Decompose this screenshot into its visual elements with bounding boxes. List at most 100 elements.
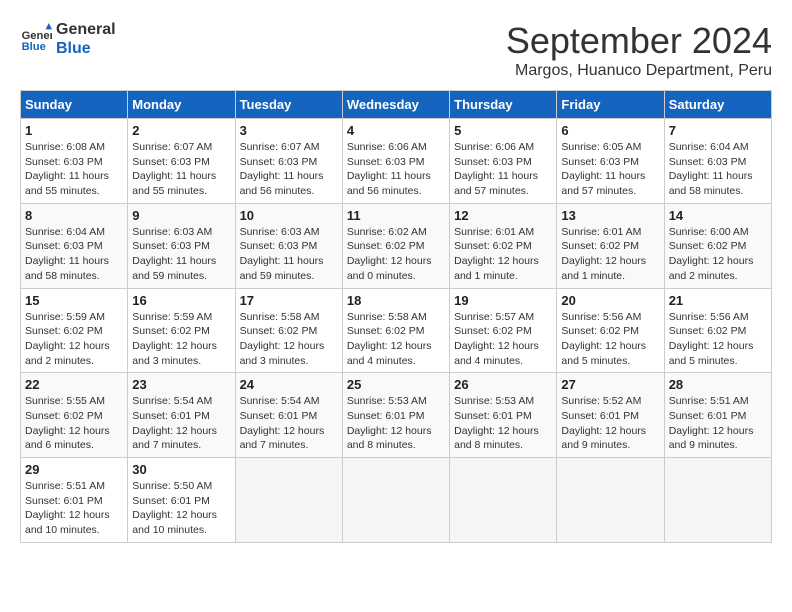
day-number: 1 xyxy=(25,123,123,138)
calendar-cell: 21 Sunrise: 5:56 AMSunset: 6:02 PMDayligh… xyxy=(664,288,771,373)
calendar-header-row: SundayMondayTuesdayWednesdayThursdayFrid… xyxy=(21,91,772,119)
day-number: 20 xyxy=(561,293,659,308)
day-info: Sunrise: 5:53 AMSunset: 6:01 PMDaylight:… xyxy=(347,394,445,453)
day-info: Sunrise: 6:06 AMSunset: 6:03 PMDaylight:… xyxy=(454,140,552,199)
day-number: 15 xyxy=(25,293,123,308)
calendar-table: SundayMondayTuesdayWednesdayThursdayFrid… xyxy=(20,90,772,543)
calendar-cell: 1 Sunrise: 6:08 AMSunset: 6:03 PMDaylight… xyxy=(21,119,128,204)
calendar-week-row: 22 Sunrise: 5:55 AMSunset: 6:02 PMDayligh… xyxy=(21,373,772,458)
day-number: 25 xyxy=(347,377,445,392)
day-info: Sunrise: 6:04 AMSunset: 6:03 PMDaylight:… xyxy=(669,140,767,199)
calendar-cell: 27Sunrise: 5:52 AMSunset: 6:01 PMDayligh… xyxy=(557,373,664,458)
svg-text:Blue: Blue xyxy=(22,41,46,53)
calendar-cell: 3 Sunrise: 6:07 AMSunset: 6:03 PMDaylight… xyxy=(235,119,342,204)
day-info: Sunrise: 6:04 AMSunset: 6:03 PMDaylight:… xyxy=(25,225,123,284)
day-info: Sunrise: 5:55 AMSunset: 6:02 PMDaylight:… xyxy=(25,394,123,453)
day-info: Sunrise: 5:58 AMSunset: 6:02 PMDaylight:… xyxy=(347,310,445,369)
calendar-week-row: 15 Sunrise: 5:59 AMSunset: 6:02 PMDayligh… xyxy=(21,288,772,373)
day-number: 21 xyxy=(669,293,767,308)
day-number: 3 xyxy=(240,123,338,138)
calendar-cell: 15 Sunrise: 5:59 AMSunset: 6:02 PMDayligh… xyxy=(21,288,128,373)
day-number: 14 xyxy=(669,208,767,223)
calendar-cell xyxy=(235,458,342,543)
calendar-day-header: Saturday xyxy=(664,91,771,119)
title-section: September 2024 Margos, Huanuco Departmen… xyxy=(506,20,772,80)
day-info: Sunrise: 6:03 AMSunset: 6:03 PMDaylight:… xyxy=(240,225,338,284)
calendar-cell: 14 Sunrise: 6:00 AMSunset: 6:02 PMDayligh… xyxy=(664,203,771,288)
calendar-cell: 11 Sunrise: 6:02 AMSunset: 6:02 PMDayligh… xyxy=(342,203,449,288)
calendar-cell: 8 Sunrise: 6:04 AMSunset: 6:03 PMDaylight… xyxy=(21,203,128,288)
day-number: 17 xyxy=(240,293,338,308)
calendar-cell: 13 Sunrise: 6:01 AMSunset: 6:02 PMDayligh… xyxy=(557,203,664,288)
calendar-cell: 9 Sunrise: 6:03 AMSunset: 6:03 PMDaylight… xyxy=(128,203,235,288)
calendar-week-row: 29Sunrise: 5:51 AMSunset: 6:01 PMDayligh… xyxy=(21,458,772,543)
day-info: Sunrise: 5:57 AMSunset: 6:02 PMDaylight:… xyxy=(454,310,552,369)
day-info: Sunrise: 5:56 AMSunset: 6:02 PMDaylight:… xyxy=(561,310,659,369)
calendar-cell: 19 Sunrise: 5:57 AMSunset: 6:02 PMDayligh… xyxy=(450,288,557,373)
day-number: 9 xyxy=(132,208,230,223)
day-number: 22 xyxy=(25,377,123,392)
calendar-cell: 28 Sunrise: 5:51 AMSunset: 6:01 PMDayligh… xyxy=(664,373,771,458)
day-info: Sunrise: 6:07 AMSunset: 6:03 PMDaylight:… xyxy=(240,140,338,199)
day-number: 11 xyxy=(347,208,445,223)
day-number: 23 xyxy=(132,377,230,392)
day-number: 6 xyxy=(561,123,659,138)
calendar-cell: 30Sunrise: 5:50 AMSunset: 6:01 PMDayligh… xyxy=(128,458,235,543)
calendar-cell: 10Sunrise: 6:03 AMSunset: 6:03 PMDayligh… xyxy=(235,203,342,288)
calendar-cell: 12 Sunrise: 6:01 AMSunset: 6:02 PMDayligh… xyxy=(450,203,557,288)
day-number: 12 xyxy=(454,208,552,223)
calendar-cell: 6 Sunrise: 6:05 AMSunset: 6:03 PMDaylight… xyxy=(557,119,664,204)
day-number: 28 xyxy=(669,377,767,392)
calendar-day-header: Thursday xyxy=(450,91,557,119)
day-info: Sunrise: 6:03 AMSunset: 6:03 PMDaylight:… xyxy=(132,225,230,284)
calendar-cell xyxy=(557,458,664,543)
logo-text-general: General xyxy=(56,20,116,39)
calendar-cell: 18 Sunrise: 5:58 AMSunset: 6:02 PMDayligh… xyxy=(342,288,449,373)
calendar-cell xyxy=(342,458,449,543)
day-info: Sunrise: 6:02 AMSunset: 6:02 PMDaylight:… xyxy=(347,225,445,284)
calendar-cell: 17 Sunrise: 5:58 AMSunset: 6:02 PMDayligh… xyxy=(235,288,342,373)
logo: General Blue General Blue xyxy=(20,20,116,58)
logo-text-blue: Blue xyxy=(56,39,116,58)
day-number: 2 xyxy=(132,123,230,138)
day-number: 16 xyxy=(132,293,230,308)
day-number: 24 xyxy=(240,377,338,392)
calendar-day-header: Friday xyxy=(557,91,664,119)
day-info: Sunrise: 6:07 AMSunset: 6:03 PMDaylight:… xyxy=(132,140,230,199)
calendar-cell: 23Sunrise: 5:54 AMSunset: 6:01 PMDayligh… xyxy=(128,373,235,458)
day-info: Sunrise: 5:59 AMSunset: 6:02 PMDaylight:… xyxy=(25,310,123,369)
day-info: Sunrise: 5:51 AMSunset: 6:01 PMDaylight:… xyxy=(25,479,123,538)
day-number: 13 xyxy=(561,208,659,223)
day-info: Sunrise: 5:58 AMSunset: 6:02 PMDaylight:… xyxy=(240,310,338,369)
calendar-day-header: Tuesday xyxy=(235,91,342,119)
day-number: 19 xyxy=(454,293,552,308)
day-number: 30 xyxy=(132,462,230,477)
svg-text:General: General xyxy=(22,30,52,42)
day-number: 18 xyxy=(347,293,445,308)
calendar-day-header: Sunday xyxy=(21,91,128,119)
day-info: Sunrise: 6:06 AMSunset: 6:03 PMDaylight:… xyxy=(347,140,445,199)
day-info: Sunrise: 6:00 AMSunset: 6:02 PMDaylight:… xyxy=(669,225,767,284)
day-info: Sunrise: 6:08 AMSunset: 6:03 PMDaylight:… xyxy=(25,140,123,199)
day-info: Sunrise: 6:01 AMSunset: 6:02 PMDaylight:… xyxy=(561,225,659,284)
calendar-cell xyxy=(450,458,557,543)
calendar-cell: 24Sunrise: 5:54 AMSunset: 6:01 PMDayligh… xyxy=(235,373,342,458)
day-info: Sunrise: 6:01 AMSunset: 6:02 PMDaylight:… xyxy=(454,225,552,284)
calendar-cell: 16Sunrise: 5:59 AMSunset: 6:02 PMDayligh… xyxy=(128,288,235,373)
day-info: Sunrise: 5:51 AMSunset: 6:01 PMDaylight:… xyxy=(669,394,767,453)
day-number: 8 xyxy=(25,208,123,223)
page-header: General Blue General Blue September 2024… xyxy=(20,20,772,80)
calendar-cell: 5 Sunrise: 6:06 AMSunset: 6:03 PMDaylight… xyxy=(450,119,557,204)
day-info: Sunrise: 5:56 AMSunset: 6:02 PMDaylight:… xyxy=(669,310,767,369)
calendar-body: 1 Sunrise: 6:08 AMSunset: 6:03 PMDaylight… xyxy=(21,119,772,543)
day-info: Sunrise: 5:52 AMSunset: 6:01 PMDaylight:… xyxy=(561,394,659,453)
calendar-cell: 22 Sunrise: 5:55 AMSunset: 6:02 PMDayligh… xyxy=(21,373,128,458)
calendar-week-row: 1 Sunrise: 6:08 AMSunset: 6:03 PMDaylight… xyxy=(21,119,772,204)
day-number: 7 xyxy=(669,123,767,138)
calendar-day-header: Wednesday xyxy=(342,91,449,119)
day-number: 5 xyxy=(454,123,552,138)
calendar-cell xyxy=(664,458,771,543)
calendar-cell: 20 Sunrise: 5:56 AMSunset: 6:02 PMDayligh… xyxy=(557,288,664,373)
day-info: Sunrise: 6:05 AMSunset: 6:03 PMDaylight:… xyxy=(561,140,659,199)
calendar-cell: 29Sunrise: 5:51 AMSunset: 6:01 PMDayligh… xyxy=(21,458,128,543)
